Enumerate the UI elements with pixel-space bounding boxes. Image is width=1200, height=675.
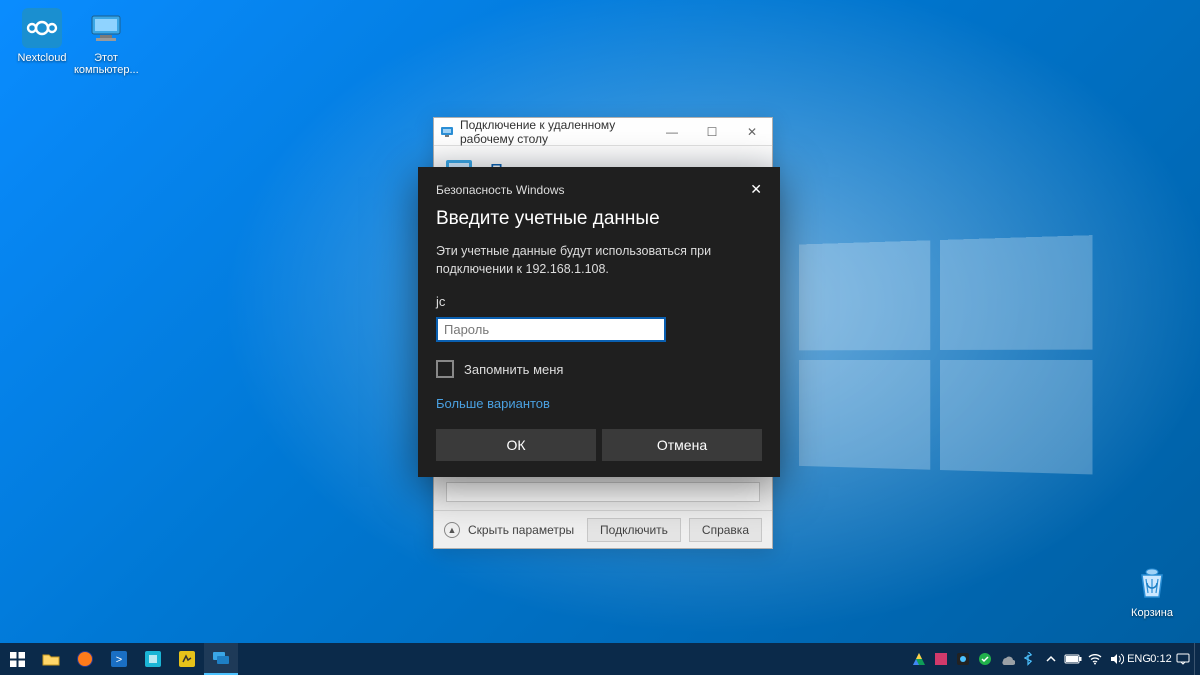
cancel-button[interactable]: Отмена [602,429,762,461]
desktop-icon-label: Nextcloud [10,52,74,64]
windows-security-dialog: Безопасность Windows ✕ Введите учетные д… [418,167,780,477]
desktop-icon-recycle-bin[interactable]: Корзина [1120,563,1184,619]
tray-bluetooth-icon[interactable] [1018,643,1040,675]
dialog-close-button[interactable]: ✕ [742,181,762,198]
start-button[interactable] [0,643,34,675]
dialog-title: Введите учетные данные [436,208,762,230]
tray-drive-icon[interactable] [908,643,930,675]
help-button[interactable]: Справка [689,518,762,542]
username-label: jc [436,294,762,309]
tray-language[interactable]: ENG [1128,643,1150,675]
rdp-footer: ▲ Скрыть параметры Подключить Справка [434,510,772,548]
minimize-button[interactable]: — [652,118,692,146]
rdp-icon [440,125,454,139]
taskbar-app-cyan[interactable] [136,643,170,675]
maximize-button[interactable]: ☐ [692,118,732,146]
tray-volume-icon[interactable] [1106,643,1128,675]
taskbar-app-yellow[interactable] [170,643,204,675]
wallpaper-windows-logo [799,235,1093,485]
rdp-body-field[interactable] [446,482,760,502]
system-tray: ENG 0:12 [908,643,1200,675]
recycle-bin-icon [1132,563,1172,603]
rdp-titlebar[interactable]: Подключение к удаленному рабочему столу … [434,118,772,146]
close-button[interactable]: ✕ [732,118,772,146]
nextcloud-icon [22,8,62,48]
ok-button[interactable]: ОК [436,429,596,461]
taskbar: > ENG 0:12 [0,643,1200,675]
rdp-window-title: Подключение к удаленному рабочему столу [460,118,652,146]
tray-app-icon[interactable] [930,643,952,675]
desktop-icon-label: Корзина [1120,607,1184,619]
remember-me-row[interactable]: Запомнить меня [436,360,762,378]
tray-chevron-up-icon[interactable] [1040,643,1062,675]
remember-me-label: Запомнить меня [464,362,563,377]
tray-onedrive-icon[interactable] [996,643,1018,675]
taskbar-app-blue[interactable]: > [102,643,136,675]
taskbar-rdp[interactable] [204,643,238,675]
tray-app2-icon[interactable] [952,643,974,675]
tray-clock[interactable]: 0:12 [1150,643,1172,675]
tray-security-icon[interactable] [974,643,996,675]
desktop-icon-nextcloud[interactable]: Nextcloud [10,8,74,64]
tray-battery-icon[interactable] [1062,643,1084,675]
password-input[interactable] [436,317,666,342]
taskbar-file-explorer[interactable] [34,643,68,675]
more-options-link[interactable]: Больше вариантов [436,396,762,411]
dialog-description: Эти учетные данные будут использоваться … [436,242,762,278]
taskbar-firefox[interactable] [68,643,102,675]
computer-icon [86,8,126,48]
svg-text:>: > [116,654,122,666]
desktop: Nextcloud Этот компьютер... Корзина Подк… [0,0,1200,675]
tray-notifications-icon[interactable] [1172,643,1194,675]
desktop-icon-label: Этот компьютер... [74,52,138,76]
collapse-icon[interactable]: ▲ [444,522,460,538]
connect-button[interactable]: Подключить [587,518,681,542]
hide-params-link[interactable]: Скрыть параметры [468,523,579,537]
dialog-header: Безопасность Windows [436,183,565,197]
show-desktop-button[interactable] [1194,643,1200,675]
desktop-icon-this-pc[interactable]: Этот компьютер... [74,8,138,76]
remember-me-checkbox[interactable] [436,360,454,378]
tray-wifi-icon[interactable] [1084,643,1106,675]
